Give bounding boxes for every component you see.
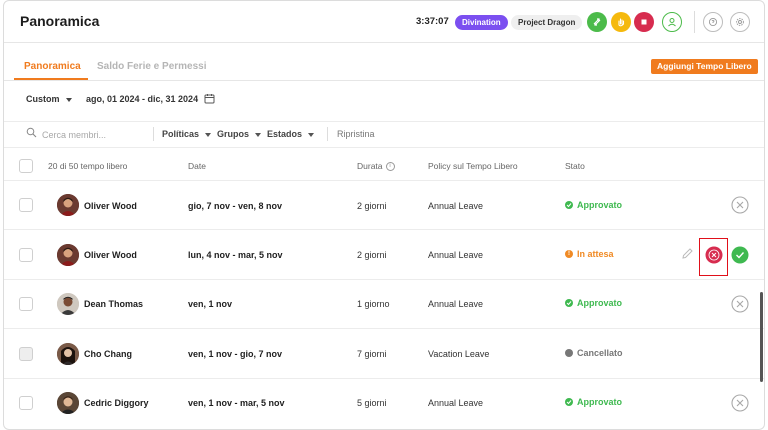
switch-icon[interactable] <box>587 12 607 32</box>
status-label: Approvato <box>577 298 622 308</box>
member-name: Cho Chang <box>84 349 132 359</box>
status-badge: Approvato <box>565 298 622 308</box>
leave-dates: lun, 4 nov - mar, 5 nov <box>188 250 283 260</box>
reject-leave-button[interactable] <box>705 246 723 264</box>
avatar <box>57 244 79 266</box>
filter-policies-label: Políticas <box>162 129 200 139</box>
leave-dates: ven, 1 nov - gio, 7 nov <box>188 349 283 359</box>
leave-policy: Annual Leave <box>428 201 484 211</box>
top-bar: Panoramica 3:37:07 Divination Project Dr… <box>4 1 764 43</box>
user-icon[interactable] <box>662 12 682 32</box>
hand-icon[interactable] <box>611 12 631 32</box>
leave-policy: Annual Leave <box>428 250 484 260</box>
filter-divider <box>327 127 328 141</box>
page-title: Panoramica <box>20 13 100 29</box>
header-count: 20 di 50 tempo libero <box>48 161 128 171</box>
filter-policies[interactable]: Políticas <box>162 129 211 139</box>
member-name: Cedric Diggory <box>84 398 149 408</box>
range-preset-select[interactable]: Custom <box>26 94 73 104</box>
edit-pencil-icon[interactable] <box>681 247 694 262</box>
avatar <box>57 392 79 414</box>
info-icon[interactable]: i <box>385 161 395 171</box>
filter-divider <box>153 127 154 141</box>
status-badge: Approvato <box>565 200 622 210</box>
avatar <box>57 293 79 315</box>
header-duration[interactable]: Durata i <box>357 161 395 171</box>
status-badge: ! In attesa <box>565 249 614 259</box>
search-icon <box>26 127 37 140</box>
app-window: Panoramica 3:37:07 Divination Project Dr… <box>3 0 765 430</box>
row-checkbox[interactable] <box>19 396 33 410</box>
leave-policy: Vacation Leave <box>428 349 490 359</box>
leave-duration: 2 giorni <box>357 250 387 260</box>
status-badge: Cancellato <box>565 348 623 358</box>
filter-groups-label: Grupos <box>217 129 250 139</box>
date-range[interactable]: ago, 01 2024 - dic, 31 2024 <box>86 94 198 104</box>
header-date[interactable]: Date <box>188 161 206 171</box>
status-label: Approvato <box>577 397 622 407</box>
leave-duration: 1 giorno <box>357 299 390 309</box>
member-name: Dean Thomas <box>84 299 144 309</box>
check-icon <box>565 398 573 406</box>
chevron-down-icon <box>307 132 314 137</box>
cancelled-icon <box>565 349 573 357</box>
cancel-leave-button[interactable] <box>731 295 749 313</box>
leave-duration: 5 giorni <box>357 398 387 408</box>
filter-groups[interactable]: Grupos <box>217 129 261 139</box>
stop-icon[interactable] <box>634 12 654 32</box>
project-badge[interactable]: Project Dragon <box>511 15 583 30</box>
reset-filters-button[interactable]: Ripristina <box>337 129 375 139</box>
cancel-leave-button[interactable] <box>731 196 749 214</box>
status-label: In attesa <box>577 249 614 259</box>
cancel-leave-button[interactable] <box>731 394 749 412</box>
chevron-down-icon <box>204 132 211 137</box>
filter-states[interactable]: Estados <box>267 129 314 139</box>
vertical-scrollbar[interactable] <box>760 292 763 382</box>
avatar <box>57 194 79 216</box>
check-icon <box>565 299 573 307</box>
leave-policy: Annual Leave <box>428 299 484 309</box>
member-name: Oliver Wood <box>84 250 137 260</box>
leave-duration: 2 giorni <box>357 201 387 211</box>
leave-policy: Annual Leave <box>428 398 484 408</box>
tab-leave-balance[interactable]: Saldo Ferie e Permessi <box>97 61 207 72</box>
range-preset-label: Custom <box>26 94 60 104</box>
avatar <box>57 343 79 365</box>
tab-overview[interactable]: Panoramica <box>24 61 81 72</box>
add-time-off-button[interactable]: Aggiungi Tempo Libero <box>651 59 758 74</box>
status-badge: Approvato <box>565 397 622 407</box>
workspace-badge[interactable]: Divination <box>455 15 508 30</box>
chevron-down-icon <box>66 97 73 102</box>
leave-dates: gio, 7 nov - ven, 8 nov <box>188 201 283 211</box>
row-checkbox <box>19 347 33 361</box>
search-input[interactable] <box>42 128 142 142</box>
settings-icon[interactable] <box>730 12 750 32</box>
status-label: Approvato <box>577 200 622 210</box>
header-duration-label: Durata <box>357 161 383 171</box>
member-name: Oliver Wood <box>84 201 137 211</box>
header-divider <box>694 11 695 33</box>
calendar-icon[interactable] <box>204 93 215 106</box>
check-icon <box>565 201 573 209</box>
filter-states-label: Estados <box>267 129 303 139</box>
alert-icon: ! <box>565 250 573 258</box>
chevron-down-icon <box>254 132 261 137</box>
status-label: Cancellato <box>577 348 623 358</box>
help-icon[interactable] <box>703 12 723 32</box>
leave-dates: ven, 1 nov <box>188 299 233 309</box>
tabs-divider <box>4 80 764 81</box>
header-status[interactable]: Stato <box>565 161 585 171</box>
row-checkbox[interactable] <box>19 297 33 311</box>
leave-dates: ven, 1 nov - mar, 5 nov <box>188 398 285 408</box>
row-checkbox[interactable] <box>19 248 33 262</box>
row-checkbox[interactable] <box>19 198 33 212</box>
header-policy[interactable]: Policy sul Tempo Libero <box>428 161 518 171</box>
timer-clock: 3:37:07 <box>416 16 449 27</box>
approve-leave-button[interactable] <box>731 246 749 264</box>
leave-duration: 7 giorni <box>357 349 387 359</box>
select-all-checkbox[interactable] <box>19 159 33 173</box>
